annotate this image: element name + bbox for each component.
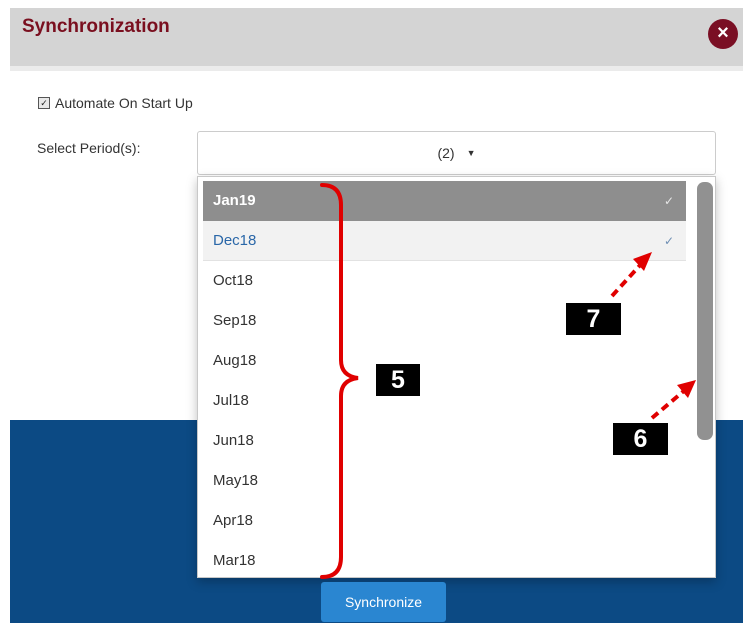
- checkmark-icon: ✓: [663, 194, 674, 208]
- synchronize-button[interactable]: Synchronize: [321, 582, 446, 622]
- synchronization-dialog: Synchronization × ✓ Automate On Start Up…: [0, 0, 743, 623]
- period-option-aug18[interactable]: Aug18: [203, 341, 686, 381]
- select-value: (2): [437, 145, 455, 161]
- period-select[interactable]: (2) ▼: [197, 131, 716, 175]
- period-option-apr18[interactable]: Apr18: [203, 501, 686, 541]
- period-option-mar18[interactable]: Mar18: [203, 541, 686, 577]
- callout-7: 7: [566, 303, 621, 335]
- automate-checkbox[interactable]: ✓: [38, 97, 50, 109]
- option-label: May18: [213, 472, 259, 489]
- automate-label: Automate On Start Up: [55, 95, 193, 111]
- automate-row: ✓ Automate On Start Up: [38, 95, 193, 111]
- option-label: Apr18: [213, 512, 254, 529]
- dialog-title: Synchronization: [22, 16, 170, 37]
- option-label: Jun18: [213, 432, 254, 449]
- period-dropdown: Jan19 ✓ Dec18 ✓ Oct18 Sep18 Aug18 Jul18 …: [197, 176, 716, 578]
- period-option-dec18[interactable]: Dec18 ✓: [203, 221, 686, 261]
- caret-down-icon: ▼: [466, 148, 476, 158]
- callout-6: 6: [613, 423, 668, 455]
- checkmark-icon: ✓: [663, 234, 674, 248]
- option-label: Jul18: [213, 392, 249, 409]
- scrollbar-thumb[interactable]: [697, 182, 713, 440]
- option-label: Aug18: [213, 352, 257, 369]
- option-label: Jan19: [213, 192, 256, 209]
- option-label: Oct18: [213, 272, 254, 289]
- period-option-jan19[interactable]: Jan19 ✓: [203, 181, 686, 221]
- close-icon[interactable]: ×: [708, 19, 738, 49]
- period-label: Select Period(s):: [37, 140, 141, 156]
- option-label: Sep18: [213, 312, 257, 329]
- option-label: Dec18: [213, 232, 257, 249]
- period-option-oct18[interactable]: Oct18: [203, 261, 686, 301]
- option-label: Mar18: [213, 552, 256, 569]
- callout-5: 5: [376, 364, 420, 396]
- period-option-jul18[interactable]: Jul18: [203, 381, 686, 421]
- period-option-may18[interactable]: May18: [203, 461, 686, 501]
